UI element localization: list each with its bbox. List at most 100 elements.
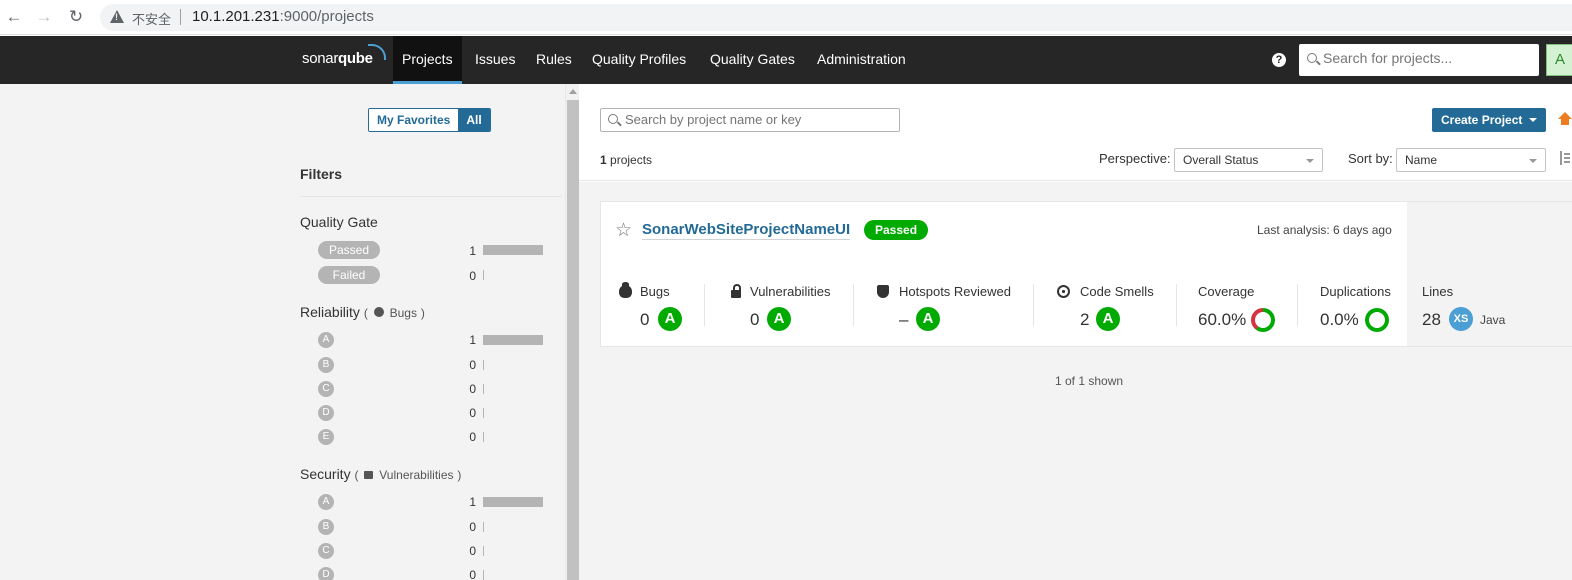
projects-count-label: projects [610, 153, 653, 167]
duplications-label[interactable]: Duplications [1320, 284, 1391, 299]
filter-reliability-d[interactable]: D [318, 405, 334, 421]
divider [300, 196, 562, 197]
global-search[interactable] [1299, 44, 1539, 76]
filter-bar [483, 432, 484, 442]
security-facet-title[interactable]: Security ( Vulnerabilities ) [300, 466, 461, 482]
project-name-link[interactable]: SonarWebSiteProjectNameUI [642, 221, 851, 240]
star-icon[interactable]: ☆ [615, 221, 632, 240]
paren-close: ) [457, 468, 462, 482]
nav-projects[interactable]: Projects [393, 36, 462, 84]
vulnerabilities-label[interactable]: Vulnerabilities [750, 284, 830, 299]
projects-list: ☆ SonarWebSiteProjectNameUI Passed Last … [579, 182, 1572, 580]
coverage-value[interactable]: 60.0% [1198, 310, 1246, 330]
filter-passed[interactable]: Passed [318, 241, 380, 259]
url-text[interactable]: 10.1.201.231:9000/projects [192, 8, 374, 25]
logo-text-light: sonar [302, 50, 339, 67]
bugs-rating[interactable]: A [658, 307, 682, 331]
bugs-value[interactable]: 0 [640, 310, 649, 330]
vulnerabilities-label: Vulnerabilities [379, 468, 454, 482]
home-icon[interactable] [1558, 112, 1572, 126]
filter-count: 1 [469, 495, 476, 509]
scroll-thumb[interactable] [567, 100, 579, 580]
nav-rules[interactable]: Rules [527, 36, 581, 84]
url-host: 10.1.201.231 [192, 8, 280, 25]
chevron-down-icon [1529, 159, 1537, 163]
address-bar[interactable]: 不安全 10.1.201.231:9000/projects [100, 4, 1572, 31]
project-card: ☆ SonarWebSiteProjectNameUI Passed Last … [600, 201, 1572, 347]
bugs-label: Bugs [389, 306, 417, 320]
sort-value: Name [1405, 153, 1438, 167]
all-button[interactable]: All [458, 109, 490, 131]
divider [1297, 284, 1298, 326]
sidebar-scrollbar[interactable] [565, 84, 579, 580]
project-search-input[interactable] [625, 112, 895, 127]
projects-main: Create Project 1 projects Perspective: O… [579, 84, 1572, 580]
filter-reliability-a[interactable]: A [318, 332, 334, 348]
paren-open: ( [354, 468, 359, 482]
back-arrow-icon[interactable]: ← [4, 7, 24, 27]
perspective-select[interactable]: Overall Status [1174, 148, 1323, 172]
coverage-label[interactable]: Coverage [1198, 284, 1254, 299]
user-avatar[interactable]: A [1546, 44, 1572, 76]
reload-icon[interactable]: ↻ [66, 7, 86, 27]
scroll-up-arrow-icon[interactable] [569, 89, 577, 94]
divider [704, 284, 705, 326]
filter-count: 0 [469, 430, 476, 444]
perspective-label: Perspective: [1099, 151, 1171, 166]
filter-passed-count: 1 [469, 244, 476, 258]
nav-quality-gates[interactable]: Quality Gates [701, 36, 804, 84]
sort-select[interactable]: Name [1396, 148, 1546, 172]
reliability-label: Reliability [300, 304, 360, 320]
hotspots-label[interactable]: Hotspots Reviewed [899, 284, 1011, 299]
nav-administration[interactable]: Administration [808, 36, 915, 84]
filter-bar [483, 270, 484, 280]
security-label: Security [300, 466, 351, 482]
filter-security-b[interactable]: B [318, 519, 334, 535]
filter-count: 1 [469, 333, 476, 347]
warning-icon[interactable] [110, 10, 124, 23]
global-search-input[interactable] [1323, 50, 1533, 66]
create-project-button[interactable]: Create Project [1432, 108, 1546, 132]
projects-count-number: 1 [600, 153, 607, 167]
filter-reliability-e[interactable]: E [318, 429, 334, 445]
duplications-value[interactable]: 0.0% [1320, 310, 1359, 330]
filter-bar [483, 522, 484, 532]
url-divider [180, 9, 181, 25]
browser-toolbar: ← → ↻ 不安全 10.1.201.231:9000/projects [0, 0, 1572, 35]
coverage-donut-icon[interactable] [1251, 308, 1275, 332]
filter-reliability-c[interactable]: C [318, 381, 334, 397]
project-search[interactable] [600, 108, 900, 132]
code-smells-value[interactable]: 2 [1080, 310, 1089, 330]
forward-arrow-icon[interactable]: → [34, 7, 54, 27]
bugs-label[interactable]: Bugs [640, 284, 670, 299]
filter-security-c[interactable]: C [318, 543, 334, 559]
nav-issues[interactable]: Issues [466, 36, 524, 84]
sonarqube-logo[interactable]: sonarqube [302, 44, 386, 67]
quality-gate-status-badge: Passed [864, 220, 929, 240]
vulnerabilities-value[interactable]: 0 [750, 310, 759, 330]
filter-bar [483, 497, 543, 507]
quality-gate-facet-title[interactable]: Quality Gate [300, 214, 378, 230]
chevron-down-icon [1306, 159, 1314, 163]
filter-security-d[interactable]: D [318, 567, 334, 580]
filter-bar [483, 408, 484, 418]
last-analysis: Last analysis: 6 days ago [1257, 223, 1392, 237]
code-smells-rating[interactable]: A [1096, 307, 1120, 331]
filter-reliability-b[interactable]: B [318, 357, 334, 373]
duplications-donut-icon[interactable] [1365, 308, 1389, 332]
filter-failed-count: 0 [469, 269, 476, 283]
code-smells-label[interactable]: Code Smells [1080, 284, 1154, 299]
help-icon[interactable]: ? [1272, 53, 1286, 67]
filter-count: 0 [469, 382, 476, 396]
hotspots-value[interactable]: – [899, 310, 908, 330]
filter-security-a[interactable]: A [318, 494, 334, 510]
perspective-value: Overall Status [1183, 153, 1259, 167]
sort-order-icon[interactable] [1560, 151, 1570, 165]
hotspots-rating[interactable]: A [916, 307, 940, 331]
my-favorites-button[interactable]: My Favorites [369, 109, 459, 131]
vulnerabilities-rating[interactable]: A [767, 307, 791, 331]
nav-quality-profiles[interactable]: Quality Profiles [583, 36, 695, 84]
filter-failed[interactable]: Failed [318, 266, 380, 284]
sort-label: Sort by: [1348, 151, 1393, 166]
reliability-facet-title[interactable]: Reliability ( Bugs ) [300, 304, 425, 320]
